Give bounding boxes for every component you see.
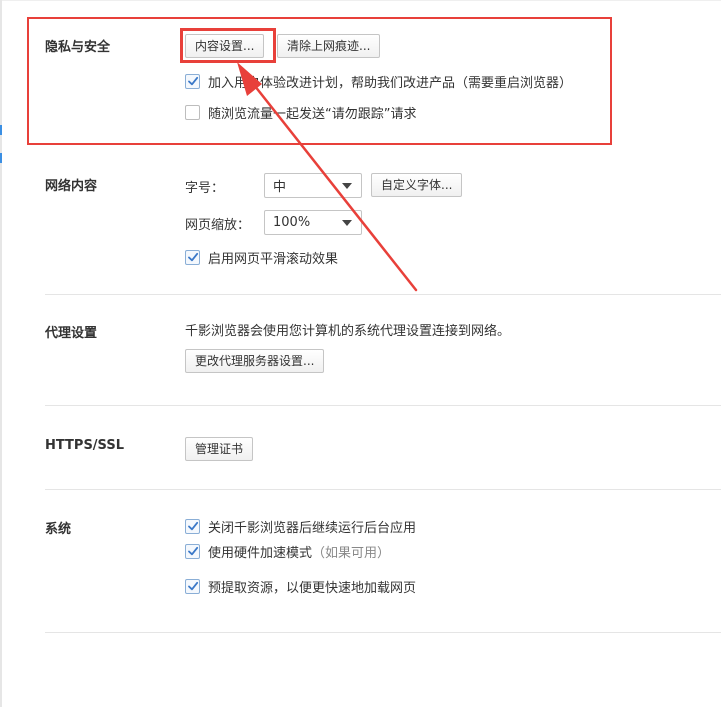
prefetch-label: 预提取资源，以便更快速地加载网页 (208, 580, 417, 596)
content-settings-highlight (180, 28, 276, 63)
check-icon (187, 252, 198, 262)
proxy-description: 千影浏览器会使用您计算机的系统代理设置连接到网络。 (185, 324, 511, 339)
privacy-highlight-box (27, 17, 612, 145)
hw-accel-checkbox[interactable] (185, 543, 200, 559)
zoom-value: 100% (273, 215, 311, 230)
left-accent-mark (0, 153, 2, 163)
hw-accel-row[interactable]: 使用硬件加速模式 （如果可用） (185, 542, 391, 561)
zoom-label: 网页缩放： (185, 218, 251, 233)
left-border (0, 0, 2, 707)
section-divider (45, 405, 721, 406)
smooth-scroll-checkbox[interactable] (185, 249, 200, 265)
left-accent-mark (0, 125, 2, 135)
section-divider (45, 294, 721, 295)
hw-accel-label: 使用硬件加速模式 (208, 545, 313, 561)
check-icon (187, 521, 198, 531)
zoom-select[interactable]: 100% (264, 210, 362, 235)
web-content-section-title: 网络内容 (45, 179, 98, 194)
chevron-down-icon (342, 220, 352, 226)
prefetch-checkbox[interactable] (185, 578, 200, 594)
https-section-title: HTTPS/SSL (45, 438, 124, 453)
proxy-section-title: 代理设置 (45, 326, 98, 341)
section-divider (45, 632, 721, 633)
check-icon (187, 581, 198, 591)
custom-font-button[interactable]: 自定义字体... (371, 173, 463, 197)
top-border (0, 0, 721, 1)
background-apps-label: 关闭千影浏览器后继续运行后台应用 (208, 520, 417, 536)
smooth-scroll-row[interactable]: 启用网页平滑滚动效果 (185, 248, 339, 267)
manage-certificates-button[interactable]: 管理证书 (185, 437, 254, 461)
prefetch-row[interactable]: 预提取资源，以便更快速地加载网页 (185, 577, 417, 596)
smooth-scroll-label: 启用网页平滑滚动效果 (208, 251, 339, 267)
font-size-label: 字号： (185, 181, 225, 196)
background-apps-checkbox[interactable] (185, 518, 200, 534)
hw-accel-note: （如果可用） (312, 545, 391, 561)
font-size-select[interactable]: 中 (264, 173, 362, 198)
section-divider (45, 489, 721, 490)
font-size-value: 中 (273, 180, 287, 195)
change-proxy-button[interactable]: 更改代理服务器设置... (185, 349, 325, 373)
system-section-title: 系统 (45, 522, 72, 537)
chevron-down-icon (342, 183, 352, 189)
background-apps-row[interactable]: 关闭千影浏览器后继续运行后台应用 (185, 517, 417, 536)
check-icon (187, 546, 198, 556)
